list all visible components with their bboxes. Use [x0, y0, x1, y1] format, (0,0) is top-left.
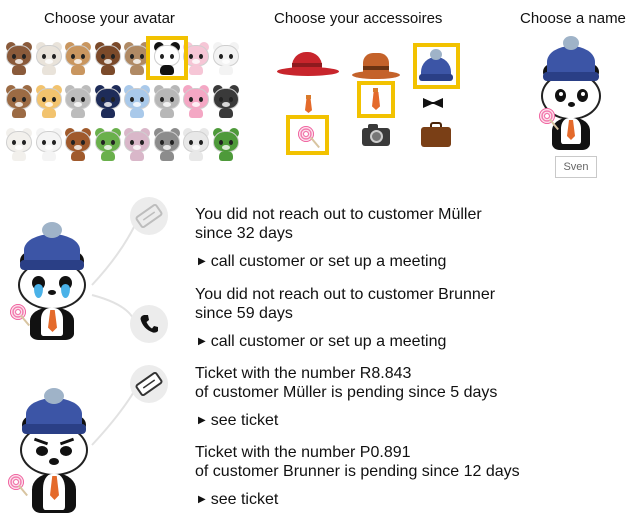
beanie-pom — [42, 222, 62, 238]
small-tie-icon — [305, 99, 312, 113]
avatar-section-heading: Choose your avatar — [44, 10, 175, 27]
camera-lens — [370, 130, 383, 143]
selected-tie-frame — [357, 81, 395, 118]
notification-message: Ticket with the number R8.843 of custome… — [195, 365, 498, 401]
panda-nose — [48, 290, 56, 295]
avatar-option[interactable] — [181, 85, 211, 119]
panda-eye-right — [60, 446, 72, 456]
beanie-pom — [563, 36, 579, 50]
bowtie-icon — [423, 98, 443, 108]
avatar-option[interactable] — [63, 128, 93, 162]
triangle-right-icon: ▶ — [198, 415, 206, 426]
avatar-option[interactable] — [181, 128, 211, 162]
avatar-grid — [4, 36, 241, 170]
brown-hat-band — [363, 66, 389, 70]
panda-mouth — [49, 458, 59, 465]
notification-connectors — [91, 224, 136, 446]
selected-lollipop-frame — [286, 115, 329, 155]
notification-message: You did not reach out to customer Brunne… — [195, 286, 496, 322]
call-customer-link[interactable]: ▶ call customer or set up a meeting — [198, 332, 446, 351]
ticket-icon[interactable] — [130, 365, 168, 403]
sad-panda-avatar — [10, 222, 94, 340]
avatar-option[interactable] — [211, 85, 241, 119]
panda-eye-shine — [559, 92, 563, 96]
avatar-preview — [535, 36, 615, 151]
lollipop-stick — [20, 314, 30, 327]
beanie-pom — [44, 388, 64, 404]
avatar-option[interactable] — [63, 42, 93, 76]
triangle-right-icon: ▶ — [198, 494, 206, 505]
beanie-rim — [22, 424, 86, 434]
avatar-option[interactable] — [211, 42, 241, 76]
selected-accessory-frame — [413, 43, 460, 89]
see-ticket-link[interactable]: ▶ see ticket — [198, 411, 278, 430]
beanie-rim — [543, 72, 599, 81]
avatar-option[interactable] — [152, 85, 182, 119]
selected-avatar-frame — [145, 36, 188, 80]
call-customer-link[interactable]: ▶ call customer or set up a meeting — [198, 252, 446, 271]
notification-message: You did not reach out to customer Müller… — [195, 206, 482, 242]
avatar-option[interactable] — [122, 85, 152, 119]
phone-icon[interactable] — [130, 305, 168, 343]
panda-nose — [568, 102, 575, 107]
lollipop-stick — [18, 484, 28, 497]
avatar-option[interactable] — [4, 42, 34, 76]
avatar-option[interactable] — [34, 42, 64, 76]
red-hat-band — [292, 63, 322, 67]
brown-hat-crown — [363, 53, 389, 75]
name-input[interactable]: Sven — [555, 156, 597, 178]
avatar-option[interactable] — [211, 128, 241, 162]
avatar-option[interactable] — [63, 85, 93, 119]
red-hat-crown — [292, 52, 322, 72]
triangle-right-icon: ▶ — [198, 256, 206, 267]
name-section-heading: Choose a name — [520, 10, 626, 27]
ticket-icon[interactable] — [130, 197, 168, 235]
briefcase-icon — [421, 127, 451, 147]
angry-panda-avatar — [8, 388, 96, 513]
accessories-section-heading: Choose your accessoires — [274, 10, 443, 27]
avatar-option[interactable] — [93, 128, 123, 162]
panda-eye-left — [36, 446, 48, 456]
avatar-option[interactable] — [152, 128, 182, 162]
avatar-option[interactable] — [93, 42, 123, 76]
avatar-option[interactable] — [34, 128, 64, 162]
avatar-option[interactable] — [4, 128, 34, 162]
avatar-option[interactable] — [34, 85, 64, 119]
see-ticket-link[interactable]: ▶ see ticket — [198, 490, 278, 509]
triangle-right-icon: ▶ — [198, 336, 206, 347]
avatar-option[interactable] — [122, 128, 152, 162]
small-tie-knot — [306, 95, 311, 99]
avatar-option[interactable] — [93, 85, 123, 119]
beanie-rim — [20, 260, 84, 270]
notification-message: Ticket with the number P0.891 of custome… — [195, 444, 520, 480]
avatar-option[interactable] — [4, 85, 34, 119]
panda-eye-shine — [581, 92, 585, 96]
